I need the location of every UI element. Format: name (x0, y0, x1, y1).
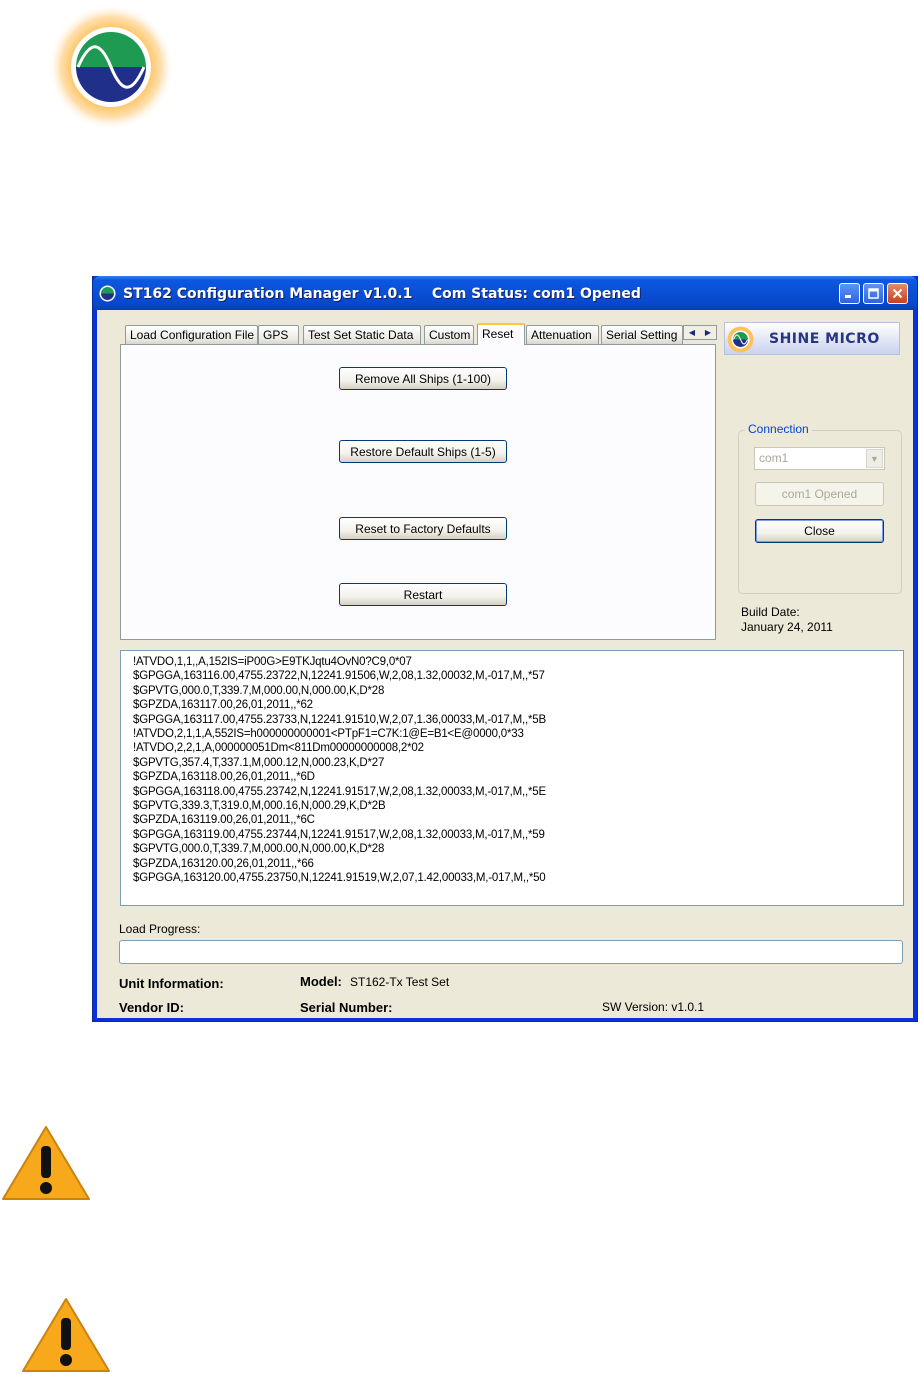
log-line: $GPVTG,000.0,T,339.7,M,000.00,N,000.00,K… (133, 843, 385, 856)
warning-icon (22, 1298, 110, 1372)
model-value: ST162-Tx Test Set (350, 975, 450, 989)
log-line: $GPZDA,163120.00,26,01,2011,,*66 (133, 857, 314, 870)
tab-attenuation[interactable]: Attenuation (526, 325, 599, 344)
reset-factory-defaults-button[interactable]: Reset to Factory Defaults (339, 517, 507, 540)
log-line: $GPZDA,163117.00,26,01,2011,,*62 (133, 699, 313, 712)
brand-name: SHINE MICRO (769, 331, 880, 347)
tab-label: Attenuation (531, 328, 592, 342)
log-line: !ATVDO,1,1,,A,152IS=iP00G>E9TKJqtu4OvN0?… (133, 656, 412, 668)
load-progress-label: Load Progress: (119, 922, 201, 936)
model-label: Model: (300, 974, 342, 989)
log-line: $GPGGA,163116.00,4755.23722,N,12241.9150… (133, 670, 545, 683)
maximize-icon (868, 288, 879, 299)
close-port-button[interactable]: Close (755, 519, 884, 543)
log-line: $GPZDA,163119.00,26,01,2011,,*6C (133, 814, 315, 827)
load-progress-bar (119, 940, 903, 964)
title-bar[interactable]: ST162 Configuration Manager v1.0.1 Com S… (93, 276, 917, 310)
shine-micro-logo-icon (48, 4, 174, 130)
chevron-down-icon[interactable]: ▼ (866, 449, 883, 468)
tab-label: Reset (482, 327, 514, 341)
restart-button[interactable]: Restart (339, 583, 507, 606)
tab-label: GPS (263, 328, 289, 342)
tab-label: Serial Setting (606, 328, 678, 342)
tab-load-configuration-file[interactable]: Load Configuration File (125, 325, 258, 344)
log-line: !ATVDO,2,2,1,A,000000051Dm<811Dm00000000… (133, 742, 424, 755)
restore-default-ships-button[interactable]: Restore Default Ships (1-5) (339, 440, 507, 463)
tab-label: Custom (429, 328, 471, 342)
com-port-value: com1 (759, 451, 789, 465)
tab-serial-setting[interactable]: Serial Setting (601, 325, 683, 344)
unit-information-label: Unit Information: (119, 976, 224, 991)
vendor-id-label: Vendor ID: (119, 1000, 185, 1015)
remove-all-ships-button[interactable]: Remove All Ships (1-100) (339, 367, 507, 390)
tab-gps[interactable]: GPS (258, 325, 299, 344)
log-line: !ATVDO,2,1,1,A,552IS=h000000000001<PTpF1… (133, 728, 524, 741)
brand-banner: SHINE MICRO (724, 322, 900, 355)
maximize-button[interactable] (863, 283, 884, 304)
open-port-button[interactable]: com1 Opened (755, 482, 884, 506)
log-line: $GPZDA,163118.00,26,01,2011,,*6D (133, 771, 315, 784)
application-window: ST162 Configuration Manager v1.0.1 Com S… (92, 276, 918, 1022)
close-window-button[interactable] (887, 283, 908, 304)
com-port-select[interactable]: com1 ▼ (754, 447, 885, 470)
close-icon (892, 288, 903, 299)
window-title: ST162 Configuration Manager v1.0.1 Com S… (123, 286, 641, 302)
log-line: $GPGGA,163120.00,4755.23750,N,12241.9151… (133, 872, 546, 885)
tab-scroll-buttons[interactable]: ◀ ▶ (683, 325, 717, 340)
log-line: $GPGGA,163118.00,4755.23742,N,12241.9151… (133, 785, 546, 798)
log-line: $GPGGA,163119.00,4755.23744,N,12241.9151… (133, 828, 545, 841)
shine-micro-logo-icon (727, 326, 754, 353)
tab-test-set-static-data[interactable]: Test Set Static Data (303, 325, 421, 344)
build-date-label: Build Date: (741, 605, 800, 619)
chevron-right-icon[interactable]: ▶ (705, 328, 711, 337)
warning-icon (2, 1126, 90, 1200)
log-line: $GPGGA,163117.00,4755.23733,N,12241.9151… (133, 713, 546, 726)
chevron-left-icon[interactable]: ◀ (689, 328, 695, 337)
tab-label: Test Set Static Data (308, 328, 414, 342)
connection-label: Connection (745, 422, 812, 436)
tab-reset[interactable]: Reset (477, 323, 525, 345)
minimize-button[interactable] (839, 283, 860, 304)
build-date-value: January 24, 2011 (741, 620, 833, 634)
log-line: $GPVTG,339.3,T,319.0,M,000.16,N,000.29,K… (133, 800, 386, 813)
client-area: Load Configuration File GPS Test Set Sta… (97, 310, 913, 1018)
log-line: $GPVTG,000.0,T,339.7,M,000.00,N,000.00,K… (133, 684, 385, 697)
connection-group: Connection com1 ▼ com1 Opened Close (738, 422, 902, 594)
nmea-log-output[interactable]: !ATVDO,1,1,,A,152IS=iP00G>E9TKJqtu4OvN0?… (120, 650, 904, 906)
app-icon (99, 285, 116, 302)
log-line: $GPVTG,357.4,T,337.1,M,000.12,N,000.23,K… (133, 756, 385, 769)
reset-tab-panel: Remove All Ships (1-100) Restore Default… (120, 344, 716, 640)
sw-version: SW Version: v1.0.1 (602, 1000, 705, 1014)
serial-number-label: Serial Number: (300, 1000, 393, 1015)
tab-custom[interactable]: Custom (424, 325, 474, 344)
tab-label: Load Configuration File (130, 328, 255, 342)
minimize-icon (845, 295, 851, 298)
